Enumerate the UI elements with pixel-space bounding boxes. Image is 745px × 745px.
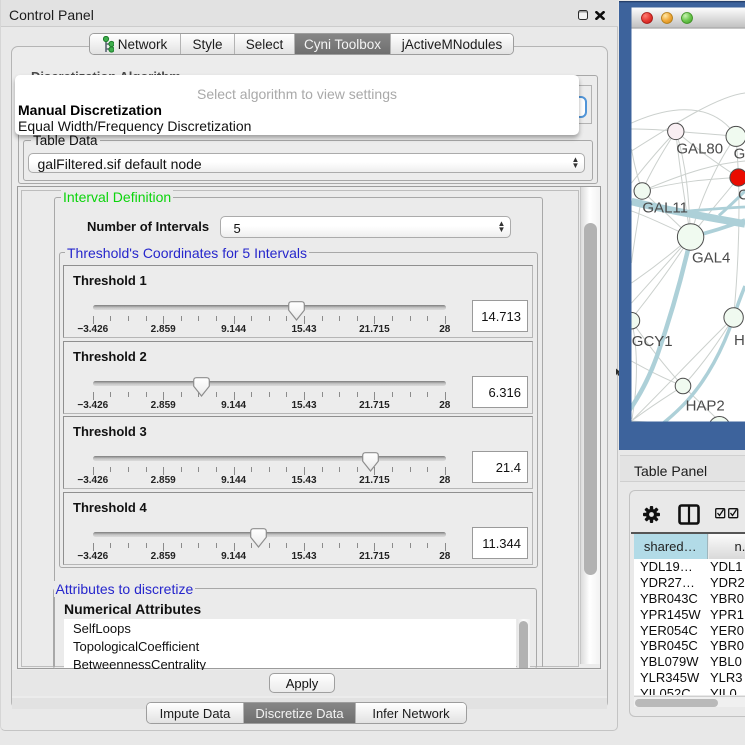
svg-text:GAL80: GAL80 — [676, 141, 723, 158]
svg-text:GA: GA — [734, 146, 745, 163]
svg-text:HI: HI — [734, 332, 745, 349]
svg-text:HAP2: HAP2 — [686, 398, 725, 415]
svg-text:GAL4: GAL4 — [692, 250, 730, 267]
svg-text:C: C — [738, 187, 745, 204]
svg-text:GAL11: GAL11 — [642, 200, 688, 217]
svg-text:GCY1: GCY1 — [632, 333, 673, 350]
